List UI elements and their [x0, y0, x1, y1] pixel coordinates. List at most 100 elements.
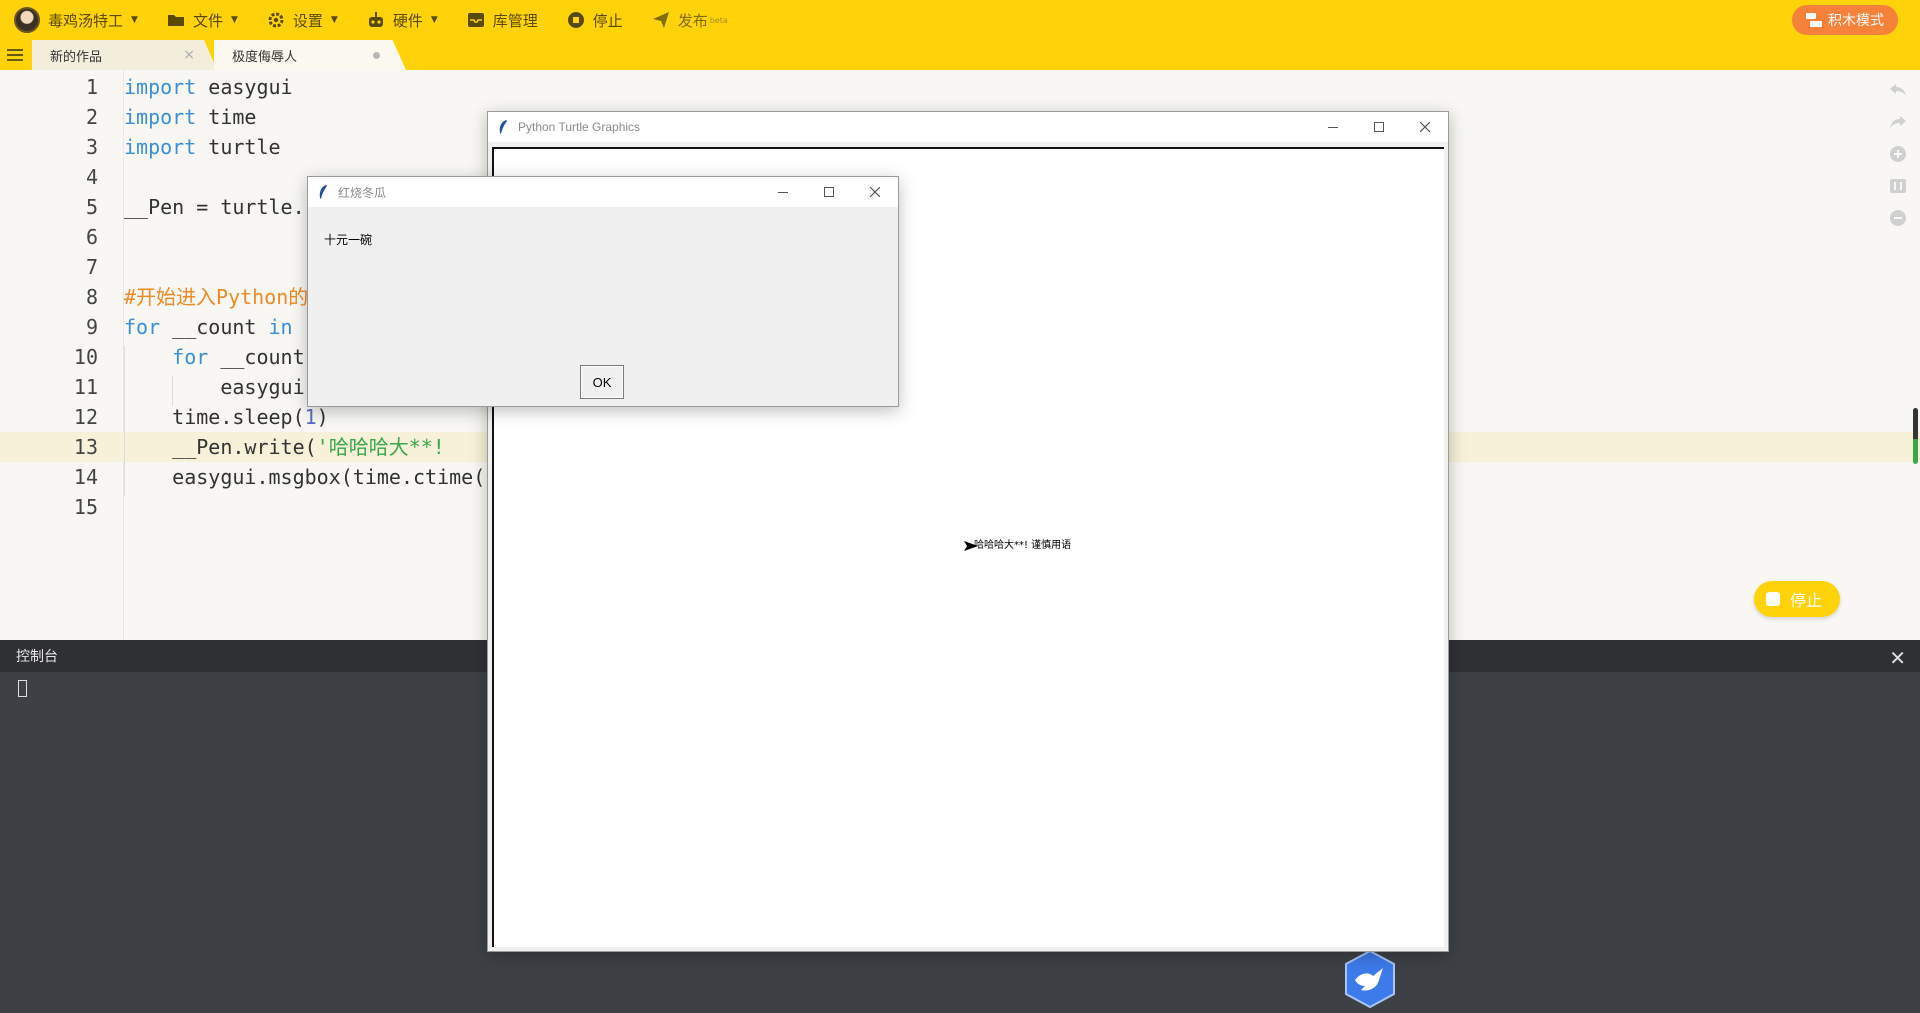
settings-menu-label: 设置	[292, 11, 323, 30]
code-token: for	[124, 315, 161, 339]
code-token: __Pen = turtle.	[124, 195, 305, 219]
hardware-menu[interactable]: 硬件 ▼	[352, 0, 452, 40]
user-menu[interactable]: 毒鸡汤特工 ▼	[0, 0, 152, 40]
line-number: 10	[73, 345, 98, 369]
line-number: 12	[73, 405, 98, 429]
code-token: '哈哈哈大**!	[316, 435, 445, 459]
user-name: 毒鸡汤特工	[48, 11, 124, 30]
chevron-down-icon: ▼	[230, 15, 238, 25]
console-title: 控制台	[16, 649, 58, 665]
message-text: 十元一碗	[324, 233, 373, 247]
avatar	[14, 7, 40, 33]
publish-button-label: 发布	[677, 11, 708, 30]
code-token: time	[196, 105, 257, 129]
window-titlebar[interactable]: Python Turtle Graphics	[488, 112, 1448, 142]
file-menu-label: 文件	[192, 11, 223, 30]
tab-new-work[interactable]: 新的作品 ×	[32, 40, 217, 70]
code-token: import	[124, 105, 197, 129]
code-token: easygui	[124, 375, 305, 399]
floating-stop-button[interactable]: 停止	[1753, 581, 1840, 617]
gear-icon	[266, 10, 286, 30]
stop-button[interactable]: 停止	[552, 0, 637, 40]
line-number: 11	[73, 375, 98, 399]
maximize-icon[interactable]	[1356, 112, 1402, 142]
window-controls	[1310, 112, 1448, 142]
ok-button[interactable]: OK	[580, 365, 624, 399]
indent-guide	[172, 376, 173, 406]
zoom-out-icon[interactable]	[1888, 208, 1908, 228]
turtle-written-text: 哈哈哈大**! 谨慎用语	[974, 540, 1072, 551]
close-icon[interactable]: ✕	[1889, 646, 1906, 670]
code-token: turtle	[196, 135, 281, 159]
code-text: for __count in	[124, 312, 293, 342]
block-mode-label: 积木模式	[1828, 13, 1884, 29]
line-number: 14	[73, 465, 98, 489]
code-token: #开始进入Python的	[124, 285, 309, 309]
format-icon[interactable]	[1888, 176, 1908, 196]
indent-guide	[124, 346, 125, 496]
window-titlebar[interactable]: 红烧冬瓜	[308, 177, 898, 207]
console-input-cursor[interactable]	[18, 680, 27, 697]
tab-label: 极度侮辱人	[232, 49, 298, 65]
hardware-menu-label: 硬件	[392, 11, 423, 30]
code-token: in	[268, 315, 293, 339]
bird-logo-icon[interactable]	[1343, 949, 1397, 1009]
chevron-down-icon: ▼	[430, 15, 438, 25]
line-number: 1	[85, 75, 98, 99]
redo-icon[interactable]	[1888, 112, 1908, 132]
floating-stop-label: 停止	[1789, 591, 1822, 610]
feather-icon	[318, 184, 328, 203]
code-text: import time	[124, 102, 256, 132]
code-token: easygui.msgbox(time.ctime(	[124, 465, 486, 489]
close-icon[interactable]: ×	[183, 47, 195, 63]
library-button[interactable]: 库管理	[452, 0, 552, 40]
window-title: Python Turtle Graphics	[518, 120, 641, 134]
message-body: 十元一碗 OK	[308, 207, 898, 406]
zoom-in-icon[interactable]	[1888, 144, 1908, 164]
code-text: easygui	[124, 372, 305, 402]
inbox-icon	[466, 10, 486, 30]
publish-button[interactable]: 发布 beta	[637, 0, 742, 40]
tab-current-work[interactable]: 极度侮辱人	[214, 40, 406, 70]
scroll-indicator[interactable]	[1913, 408, 1918, 464]
block-mode-button[interactable]: 积木模式	[1792, 5, 1898, 35]
line-number: 3	[85, 135, 98, 159]
window-controls	[760, 177, 898, 207]
code-token: __count	[160, 315, 269, 339]
robot-icon	[366, 10, 386, 30]
chevron-down-icon: ▼	[330, 15, 338, 25]
close-icon[interactable]	[1402, 112, 1448, 142]
file-menu[interactable]: 文件 ▼	[152, 0, 252, 40]
code-token: easygui	[196, 75, 293, 99]
line-number: 6	[85, 225, 98, 249]
library-button-label: 库管理	[492, 11, 538, 30]
stop-icon	[1765, 592, 1780, 606]
code-token: for	[172, 345, 209, 369]
code-token: 1	[304, 405, 317, 429]
undo-icon[interactable]	[1888, 80, 1908, 100]
code-token: import	[124, 135, 197, 159]
window-title: 红烧冬瓜	[338, 185, 387, 200]
code-text: time.sleep(1)	[124, 402, 329, 432]
code-token: import	[124, 75, 197, 99]
settings-menu[interactable]: 设置 ▼	[252, 0, 352, 40]
editor-side-tools	[1888, 80, 1908, 240]
feather-icon	[498, 119, 508, 138]
close-icon[interactable]	[852, 177, 898, 207]
beta-badge: beta	[709, 15, 728, 25]
stop-button-label: 停止	[592, 11, 623, 30]
maximize-icon[interactable]	[806, 177, 852, 207]
code-token: )	[316, 405, 329, 429]
chevron-down-icon: ▼	[131, 15, 138, 25]
code-text: import easygui	[124, 72, 293, 102]
code-text: for __count	[124, 342, 305, 372]
line-number: 7	[85, 255, 98, 279]
minimize-icon[interactable]	[1310, 112, 1356, 142]
minimize-icon[interactable]	[760, 177, 806, 207]
code-token: time.sleep(	[124, 405, 305, 429]
code-token: __count	[208, 345, 305, 369]
paper-plane-icon	[651, 10, 671, 30]
menu-toggle-icon[interactable]	[6, 46, 24, 64]
blocks-icon	[1806, 13, 1822, 27]
folder-icon	[166, 10, 186, 30]
